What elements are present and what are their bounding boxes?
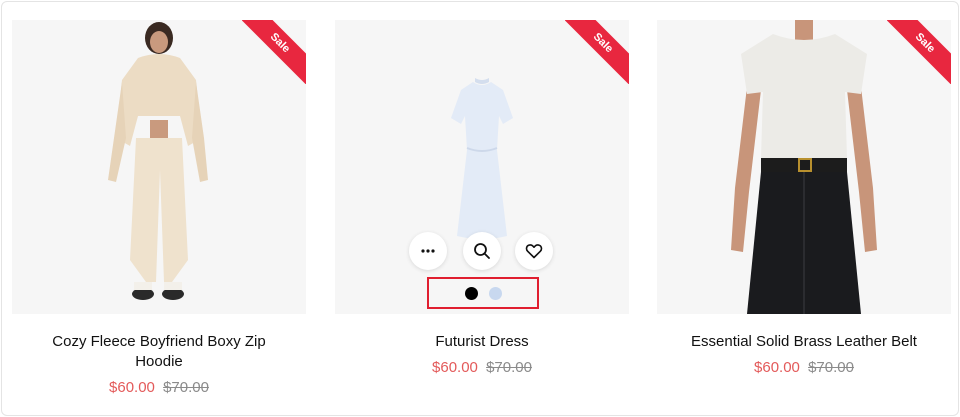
product-title[interactable]: Futurist Dress xyxy=(335,332,629,352)
more-icon xyxy=(421,249,435,253)
heart-icon xyxy=(525,244,543,259)
sale-ribbon: Sale xyxy=(887,20,951,84)
product-card[interactable]: Sale Cozy Fleece Boyfriend Boxy Zip Hood… xyxy=(12,20,306,396)
sale-ribbon: Sale xyxy=(242,20,306,84)
price-row: $60.00 $70.00 xyxy=(335,359,629,376)
sale-price: $60.00 xyxy=(754,359,800,376)
sale-price: $60.00 xyxy=(109,379,155,396)
sale-ribbon: Sale xyxy=(565,20,629,84)
quick-actions xyxy=(409,232,555,270)
sale-badge: Sale xyxy=(887,20,951,84)
compare-price: $70.00 xyxy=(486,359,532,376)
price-row: $60.00 $70.00 xyxy=(12,379,306,396)
sale-badge: Sale xyxy=(242,20,306,84)
product-image[interactable]: Sale xyxy=(335,20,629,314)
compare-price: $70.00 xyxy=(163,379,209,396)
color-swatches xyxy=(427,277,539,309)
product-card[interactable]: Sale Essential Solid Brass Leather Belt … xyxy=(657,20,951,376)
quick-view-button[interactable] xyxy=(463,232,501,270)
swatch-light-blue[interactable] xyxy=(488,286,502,300)
product-grid: Sale Cozy Fleece Boyfriend Boxy Zip Hood… xyxy=(1,1,959,416)
search-icon xyxy=(474,243,490,259)
price-row: $60.00 $70.00 xyxy=(657,359,951,376)
more-options-button[interactable] xyxy=(409,232,447,270)
product-card[interactable]: Sale Futurist Dress $60.00 $70.00 xyxy=(335,20,629,376)
sale-price: $60.00 xyxy=(432,359,478,376)
compare-price: $70.00 xyxy=(808,359,854,376)
product-title[interactable]: Cozy Fleece Boyfriend Boxy Zip Hoodie xyxy=(12,332,306,372)
product-image[interactable]: Sale xyxy=(12,20,306,314)
wishlist-button[interactable] xyxy=(515,232,553,270)
swatch-black[interactable] xyxy=(464,286,478,300)
product-image[interactable]: Sale xyxy=(657,20,951,314)
sale-badge: Sale xyxy=(565,20,629,84)
product-title[interactable]: Essential Solid Brass Leather Belt xyxy=(657,332,951,352)
